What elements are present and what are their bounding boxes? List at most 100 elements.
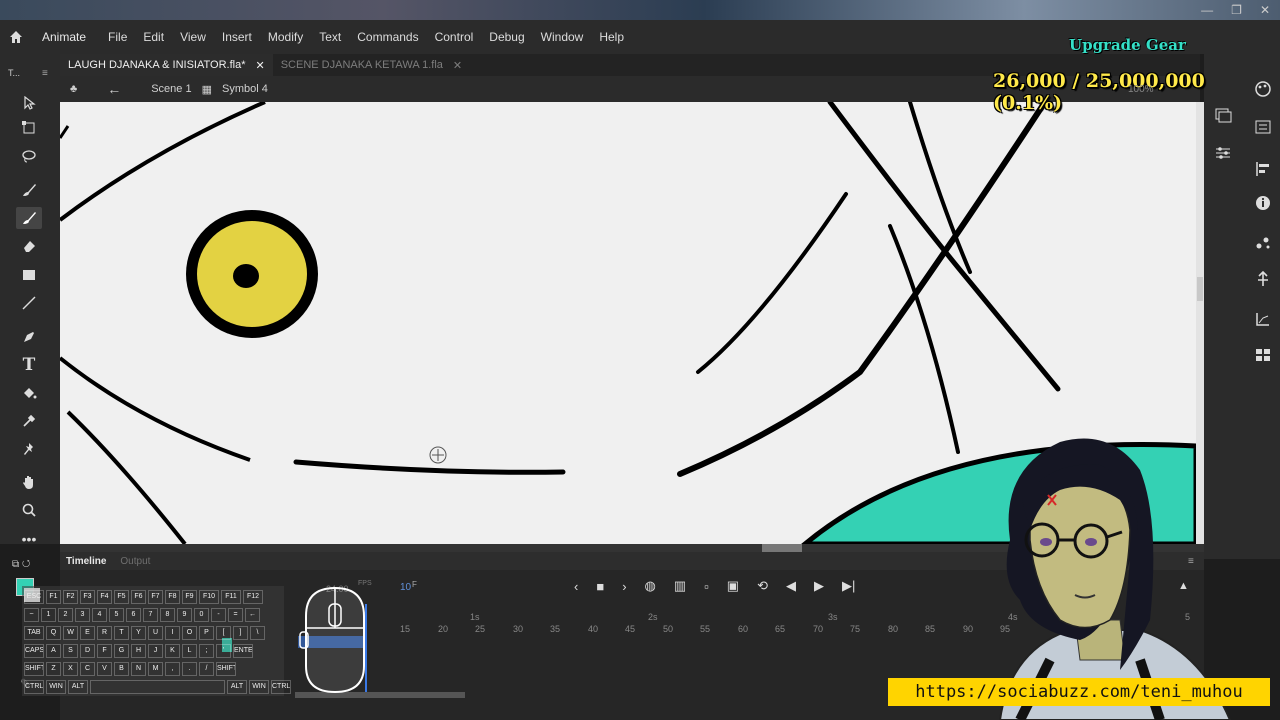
line-tool-icon[interactable] bbox=[16, 292, 42, 314]
menu-control[interactable]: Control bbox=[427, 30, 482, 44]
zoom-level[interactable]: 100% bbox=[1128, 84, 1154, 95]
keyboard-key: ALT bbox=[68, 680, 88, 694]
keyboard-key: F bbox=[97, 644, 112, 658]
keyboard-key: ESC bbox=[24, 590, 44, 604]
center-frame-icon[interactable]: ▣ bbox=[727, 578, 739, 594]
keyboard-key: T bbox=[114, 626, 129, 640]
components-icon[interactable] bbox=[1252, 232, 1274, 254]
home-icon[interactable] bbox=[0, 20, 32, 54]
menu-debug[interactable]: Debug bbox=[481, 30, 532, 44]
window-title-strip: — ❐ ✕ bbox=[0, 0, 1280, 20]
text-tool-icon[interactable]: T bbox=[16, 354, 42, 376]
scroll-thumb[interactable] bbox=[1197, 277, 1203, 301]
keyboard-key: CTRL bbox=[24, 680, 44, 694]
tab-scene-djanaka[interactable]: SCENE DJANAKA KETAWA 1.fla ✕ bbox=[273, 54, 470, 76]
frame-number: 70 bbox=[813, 624, 824, 634]
keyboard-key: WIN bbox=[46, 680, 66, 694]
keyboard-key: B bbox=[114, 662, 129, 676]
paint-brush-tool-icon[interactable] bbox=[16, 207, 42, 229]
prev-keyframe-icon[interactable]: ‹ bbox=[574, 579, 578, 594]
panel-menu-icon[interactable]: ≡ bbox=[42, 68, 48, 79]
onion-skin-icon[interactable]: ◍ bbox=[645, 578, 656, 594]
menu-help[interactable]: Help bbox=[591, 30, 632, 44]
keyboard-keys: ESC F1 F2 F3 F4 F5 F6 F7 F8 F9 F10 F11 F12 ~1 2 3 4 5 6 7 8 9… bbox=[22, 586, 291, 696]
menu-file[interactable]: File bbox=[100, 30, 135, 44]
keyboard-key: ; bbox=[199, 644, 214, 658]
motion-editor-icon[interactable] bbox=[1252, 308, 1274, 330]
menu-edit[interactable]: Edit bbox=[135, 30, 172, 44]
free-transform-tool-icon[interactable] bbox=[16, 117, 42, 139]
selection-tool-icon[interactable] bbox=[16, 92, 42, 114]
adjust-icon[interactable] bbox=[1214, 144, 1234, 164]
assets-icon[interactable] bbox=[1252, 268, 1274, 290]
keyboard-key: ALT bbox=[227, 680, 247, 694]
frame-number: 25 bbox=[475, 624, 486, 634]
restore-icon[interactable]: ❐ bbox=[1231, 3, 1242, 17]
club-icon[interactable]: ♣ bbox=[70, 83, 77, 95]
menu-modify[interactable]: Modify bbox=[260, 30, 311, 44]
tab-laugh-djanaka[interactable]: LAUGH DJANAKA & INISIATOR.fla* ✕ bbox=[60, 54, 273, 76]
current-frame-value[interactable]: 10 bbox=[400, 582, 411, 593]
edit-multiple-frames-icon[interactable]: ▥ bbox=[674, 578, 686, 594]
keyboard-overlay: ESC F1 F2 F3 F4 F5 F6 F7 F8 F9 F10 F11 F12 ~1 2 3 4 5 6 7 8 9… bbox=[22, 586, 291, 696]
menu-view[interactable]: View bbox=[172, 30, 214, 44]
keyboard-key: F6 bbox=[131, 590, 146, 604]
frame-number: 65 bbox=[775, 624, 786, 634]
loop-icon[interactable]: ⟲ bbox=[757, 578, 768, 594]
frame-number: 55 bbox=[700, 624, 711, 634]
keyboard-key: U bbox=[148, 626, 163, 640]
align-icon[interactable] bbox=[1252, 158, 1274, 180]
next-keyframe-icon[interactable]: › bbox=[622, 579, 626, 594]
close-icon[interactable]: ✕ bbox=[1260, 3, 1270, 17]
properties-icon[interactable] bbox=[1252, 116, 1274, 138]
hand-tool-icon[interactable] bbox=[16, 471, 42, 493]
support-url[interactable]: https://sociabuzz.com/teni_muhou bbox=[888, 678, 1270, 706]
paint-bucket-tool-icon[interactable] bbox=[16, 382, 42, 404]
menu-commands[interactable]: Commands bbox=[349, 30, 426, 44]
play-icon[interactable]: ▶ bbox=[814, 578, 824, 594]
tab-output[interactable]: Output bbox=[120, 556, 150, 567]
menu-text[interactable]: Text bbox=[311, 30, 349, 44]
back-arrow-icon[interactable]: ← bbox=[107, 81, 121, 97]
close-tab-icon[interactable]: ✕ bbox=[453, 59, 462, 72]
keyboard-key: - bbox=[211, 608, 226, 622]
stop-icon[interactable]: ■ bbox=[596, 579, 604, 594]
keyboard-key: V bbox=[97, 662, 112, 676]
keyboard-key: H bbox=[131, 644, 146, 658]
brush-tool-icon[interactable] bbox=[16, 179, 42, 201]
keyboard-key: F8 bbox=[165, 590, 180, 604]
keyboard-key: SHIFT bbox=[216, 662, 236, 676]
keyboard-key: 9 bbox=[177, 608, 192, 622]
menu-window[interactable]: Window bbox=[533, 30, 592, 44]
tab-timeline[interactable]: Timeline bbox=[66, 556, 106, 567]
eyedropper-tool-icon[interactable] bbox=[16, 410, 42, 432]
eraser-tool-icon[interactable] bbox=[16, 235, 42, 257]
keyboard-key: = bbox=[228, 608, 243, 622]
scroll-thumb[interactable] bbox=[762, 544, 802, 552]
menu-insert[interactable]: Insert bbox=[214, 30, 260, 44]
frame-picker-icon[interactable] bbox=[1252, 344, 1274, 366]
symbol-breadcrumb[interactable]: Symbol 4 bbox=[222, 83, 268, 95]
keyboard-key: R bbox=[97, 626, 112, 640]
brush-stroke bbox=[60, 102, 266, 222]
zoom-tool-icon[interactable] bbox=[16, 499, 42, 521]
step-forward-icon[interactable]: ▶| bbox=[842, 578, 855, 594]
scene-breadcrumb[interactable]: Scene 1 bbox=[151, 83, 191, 95]
frame-number: 80 bbox=[888, 624, 899, 634]
keyboard-key: F12 bbox=[243, 590, 263, 604]
brush-stroke bbox=[60, 356, 251, 462]
pin-tool-icon[interactable] bbox=[16, 438, 42, 460]
close-tab-icon[interactable]: ✕ bbox=[255, 59, 264, 72]
step-back-icon[interactable]: ◀ bbox=[786, 578, 796, 594]
lasso-tool-icon[interactable] bbox=[16, 145, 42, 167]
onion-outline-icon[interactable]: ▫ bbox=[704, 579, 709, 594]
frame-number: 35 bbox=[550, 624, 561, 634]
minimize-icon[interactable]: — bbox=[1201, 3, 1213, 17]
rectangle-tool-icon[interactable] bbox=[16, 264, 42, 286]
keyboard-key: Q bbox=[46, 626, 61, 640]
keyboard-key: F7 bbox=[148, 590, 163, 604]
pen-tool-icon[interactable] bbox=[16, 326, 42, 348]
keyboard-key: S bbox=[63, 644, 78, 658]
more-tools-icon[interactable]: ••• bbox=[16, 528, 42, 550]
info-icon[interactable] bbox=[1252, 192, 1274, 214]
